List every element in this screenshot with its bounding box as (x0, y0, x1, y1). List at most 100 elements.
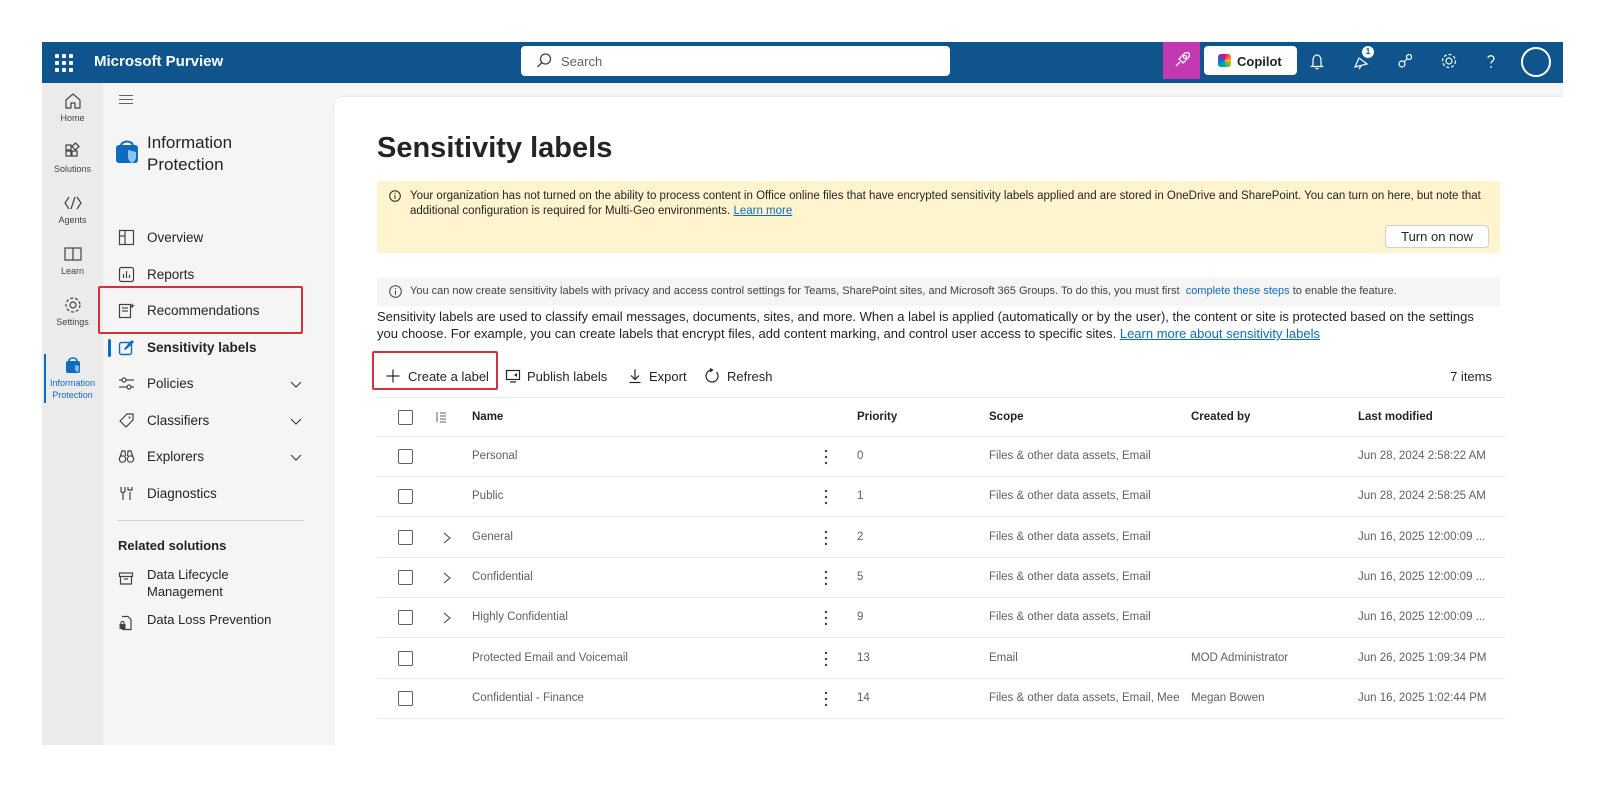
more-options-icon[interactable] (824, 529, 828, 547)
row-name[interactable]: Confidential (472, 571, 533, 583)
copilot-label: Copilot (1237, 54, 1282, 69)
chevron-right-icon[interactable] (442, 532, 452, 544)
chevron-right-icon[interactable] (442, 612, 452, 624)
related-solutions-heading: Related solutions (118, 538, 227, 553)
top-bar: Microsoft Purview Search Copilot 1 (42, 42, 1563, 83)
select-all-checkbox[interactable] (398, 410, 413, 425)
column-header-last-modified[interactable]: Last modified (1358, 411, 1433, 423)
more-options-icon[interactable] (824, 690, 828, 708)
table-row[interactable]: Public 1 Files & other data assets, Email J… (377, 477, 1505, 518)
more-options-icon[interactable] (824, 650, 828, 668)
search-input[interactable]: Search (521, 46, 950, 76)
learn-more-link[interactable]: Learn more (733, 205, 792, 217)
row-priority: 13 (857, 651, 870, 664)
row-checkbox[interactable] (398, 569, 413, 585)
nav-item-diagnostics[interactable]: Diagnostics (103, 476, 318, 512)
chevron-down-icon[interactable] (290, 415, 302, 427)
publish-labels-button[interactable]: Publish labels (505, 360, 615, 392)
more-options-icon[interactable] (824, 448, 828, 466)
column-header-priority[interactable]: Priority (857, 411, 897, 423)
row-name[interactable]: Protected Email and Voicemail (472, 652, 628, 664)
connections-icon[interactable] (1394, 50, 1416, 72)
row-checkbox[interactable] (398, 489, 413, 505)
rail-item-settings[interactable]: Settings (42, 295, 103, 327)
refresh-button[interactable]: Refresh (704, 360, 776, 392)
row-last-modified: Jun 28, 2024 2:58:22 AM (1358, 450, 1486, 462)
chevron-right-icon[interactable] (442, 572, 452, 584)
rail-item-solutions[interactable]: Solutions (42, 142, 103, 174)
export-button[interactable]: Export (627, 360, 692, 392)
settings-gear-icon[interactable] (1438, 50, 1460, 72)
collapse-nav-icon[interactable] (119, 95, 133, 105)
info-icon (389, 190, 401, 202)
row-last-modified: Jun 16, 2025 12:00:09 ... (1358, 530, 1486, 543)
notifications-bell-icon[interactable] (1306, 50, 1328, 72)
table-row[interactable]: Confidential 5 Files & other data assets, … (377, 558, 1505, 598)
rail-item-home[interactable]: Home (42, 91, 103, 123)
rail-item-information-protection[interactable]: Information Protection (42, 355, 103, 401)
rail-label-settings: Settings (56, 317, 89, 327)
reorder-icon[interactable] (435, 411, 447, 423)
copilot-logo-icon (1218, 54, 1231, 67)
chevron-down-icon[interactable] (290, 451, 302, 463)
column-header-name[interactable]: Name (472, 411, 503, 423)
app-title[interactable]: Microsoft Purview (94, 53, 223, 70)
row-checkbox[interactable] (398, 529, 413, 545)
warning-message-bar: Your organization has not turned on the … (377, 181, 1500, 253)
highlight-outline-create-label (372, 351, 498, 390)
complete-these-steps-link[interactable]: complete these steps (1186, 285, 1290, 297)
rail-item-agents[interactable]: Agents (42, 193, 103, 225)
row-name[interactable]: Personal (472, 450, 517, 462)
row-name[interactable]: Public (472, 490, 503, 502)
turn-on-now-button[interactable]: Turn on now (1385, 225, 1489, 248)
information-protection-icon (116, 140, 138, 163)
account-avatar[interactable] (1521, 47, 1551, 77)
more-options-icon[interactable] (824, 569, 828, 587)
command-bar: Create a label Publish labels Export Ref… (372, 351, 1500, 392)
row-checkbox[interactable] (398, 449, 413, 464)
row-checkbox[interactable] (398, 650, 413, 666)
nav-label: Sensitivity labels (147, 340, 257, 355)
warning-body: Your organization has not turned on the … (410, 190, 1481, 217)
row-name[interactable]: Highly Confidential (472, 611, 568, 623)
row-name[interactable]: Confidential - Finance (472, 692, 584, 704)
nav-label: Overview (147, 230, 204, 245)
app-launcher-icon[interactable] (53, 52, 74, 73)
nav-item-policies[interactable]: Policies (103, 366, 318, 402)
help-icon[interactable] (1480, 50, 1502, 72)
row-last-modified: Jun 16, 2025 12:00:09 ... (1358, 611, 1486, 624)
table-row[interactable]: Protected Email and Voicemail 13 Email MOD … (377, 639, 1505, 679)
column-header-scope[interactable]: Scope (989, 411, 1024, 423)
copilot-button[interactable]: Copilot (1204, 46, 1297, 75)
row-checkbox[interactable] (398, 610, 413, 626)
more-options-icon[interactable] (824, 609, 828, 627)
table-row[interactable]: Highly Confidential 9 Files & other data a… (377, 598, 1505, 639)
rail-item-learn[interactable]: Learn (42, 244, 103, 276)
chevron-down-icon[interactable] (290, 378, 302, 390)
nav-title: Information Protection (147, 133, 233, 174)
table-row[interactable]: General 2 Files & other data assets, Email… (377, 518, 1505, 558)
row-created-by: MOD Administrator (1191, 651, 1289, 664)
publish-labels-text: Publish labels (527, 369, 608, 384)
row-checkbox[interactable] (398, 690, 413, 706)
rocket-button[interactable] (1163, 42, 1200, 79)
row-priority: 9 (857, 611, 864, 624)
table-row[interactable]: Personal 0 Files & other data assets, Emai… (377, 437, 1505, 477)
learn-more-sensitivity-labels-link[interactable]: Learn more about sensitivity labels (1120, 326, 1320, 341)
export-text: Export (649, 369, 687, 384)
sensitivity-labels-icon (118, 340, 134, 356)
more-options-icon[interactable] (824, 488, 828, 506)
nav-item-sensitivity-labels[interactable]: Sensitivity labels (103, 330, 318, 366)
column-header-created-by[interactable]: Created by (1191, 411, 1250, 423)
search-icon (537, 53, 552, 68)
row-last-modified: Jun 16, 2025 1:02:44 PM (1358, 691, 1487, 704)
nav-item-classifiers[interactable]: Classifiers (103, 403, 318, 439)
nav-item-explorers[interactable]: Explorers (103, 439, 318, 475)
nav-item-overview[interactable]: Overview (103, 220, 318, 256)
rail-label-agents: Agents (58, 215, 87, 225)
binoculars-icon (118, 450, 135, 463)
nav-active-indicator (108, 339, 111, 357)
row-name[interactable]: General (472, 531, 513, 543)
table-row[interactable]: Confidential - Finance 14 Files & other da… (377, 679, 1505, 719)
rail-label-home: Home (60, 113, 85, 123)
